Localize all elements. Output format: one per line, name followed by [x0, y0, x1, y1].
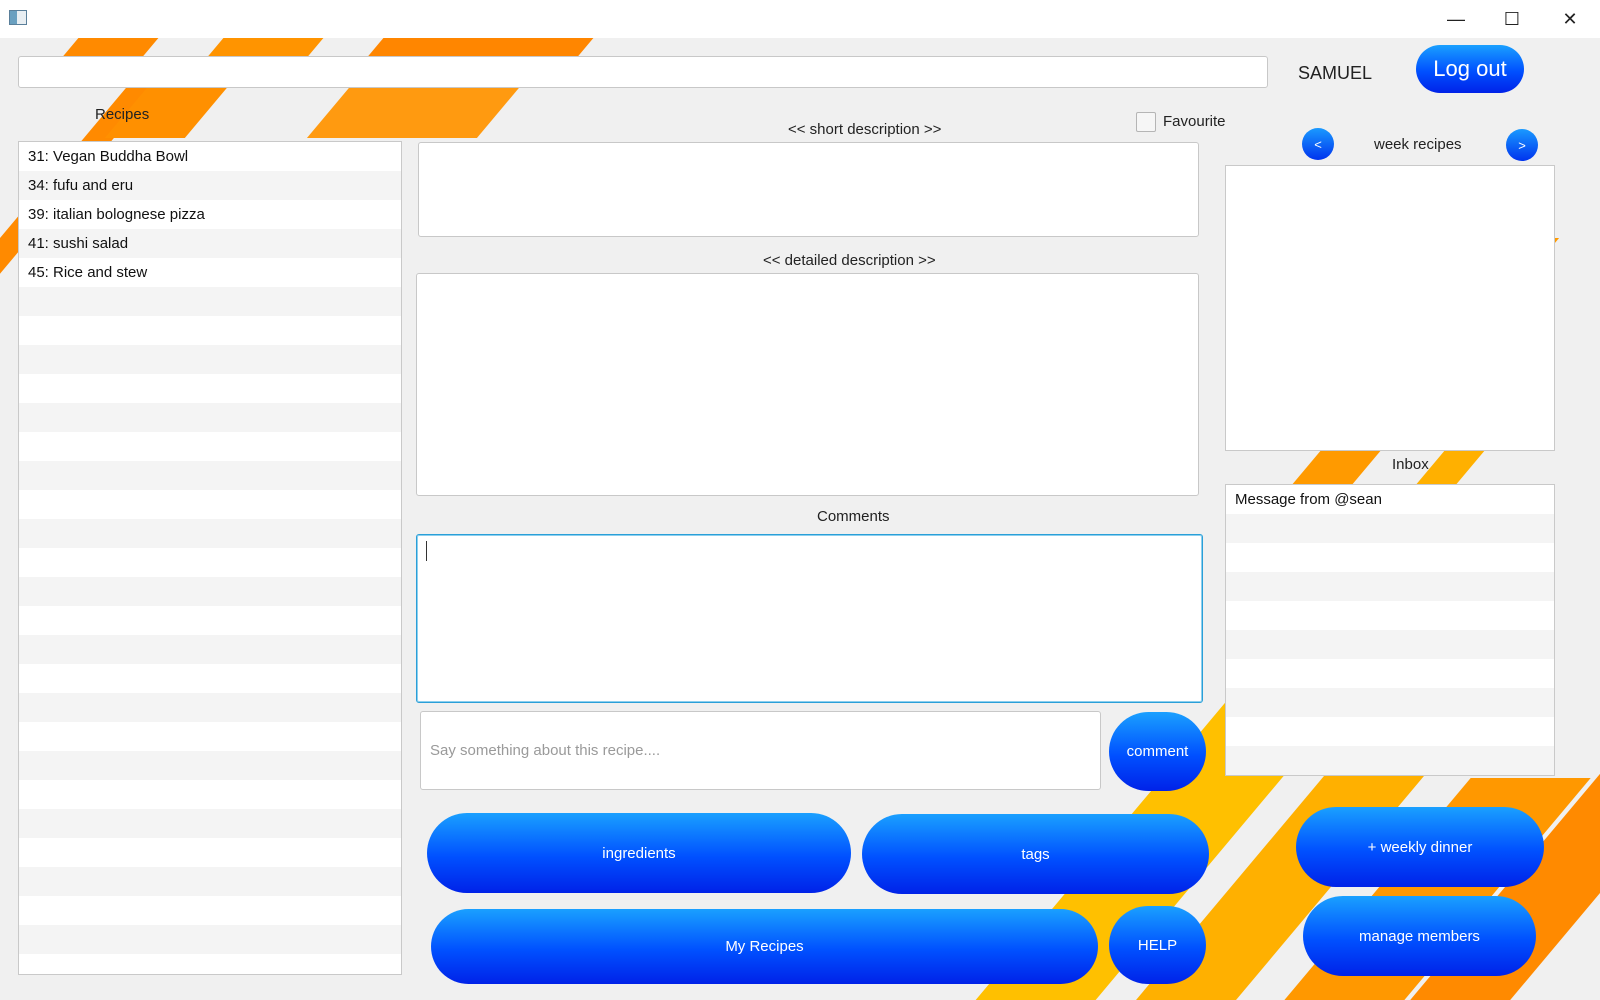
top-text-field[interactable]: [18, 56, 1268, 88]
list-item[interactable]: 41: sushi salad: [19, 229, 401, 258]
week-prev-button[interactable]: <: [1302, 128, 1334, 160]
empty-row: [19, 809, 401, 838]
empty-row: [19, 403, 401, 432]
recipes-label: Recipes: [95, 106, 150, 123]
empty-row: [19, 635, 401, 664]
empty-row: [19, 838, 401, 867]
empty-row: [19, 606, 401, 635]
empty-row: [1226, 746, 1554, 775]
list-item[interactable]: 39: italian bolognese pizza: [19, 200, 401, 229]
maximize-icon[interactable]: ☐: [1484, 0, 1540, 38]
short-description-label: << short description >>: [788, 121, 942, 138]
favourite-checkbox[interactable]: [1136, 112, 1156, 132]
empty-row: [19, 896, 401, 925]
empty-row: [19, 374, 401, 403]
comments-label: Comments: [817, 508, 890, 525]
list-item[interactable]: 45: Rice and stew: [19, 258, 401, 287]
empty-row: [1226, 514, 1554, 543]
tags-button[interactable]: tags: [862, 814, 1209, 894]
empty-row: [1226, 688, 1554, 717]
empty-row: [19, 664, 401, 693]
week-recipes-list[interactable]: [1225, 165, 1555, 451]
empty-row: [1226, 659, 1554, 688]
empty-row: [19, 722, 401, 751]
empty-row: [19, 490, 401, 519]
empty-row: [19, 577, 401, 606]
username-label: SAMUEL: [1298, 63, 1373, 83]
empty-row: [19, 519, 401, 548]
comments-area[interactable]: [416, 534, 1203, 703]
week-recipes-label: week recipes: [1374, 136, 1462, 153]
detailed-description-label: << detailed description >>: [763, 252, 936, 269]
close-icon[interactable]: ✕: [1542, 0, 1598, 38]
inbox-label: Inbox: [1392, 456, 1429, 473]
comment-input-placeholder: Say something about this recipe....: [430, 742, 661, 759]
manage-members-button[interactable]: manage members: [1303, 896, 1536, 976]
empty-row: [19, 867, 401, 896]
empty-row: [19, 316, 401, 345]
my-recipes-button[interactable]: My Recipes: [431, 909, 1098, 984]
week-next-button[interactable]: >: [1506, 129, 1538, 161]
empty-row: [19, 548, 401, 577]
empty-row: [19, 954, 401, 974]
inbox-list[interactable]: Message from @sean: [1225, 484, 1555, 776]
detailed-description-area[interactable]: [416, 273, 1199, 496]
empty-row: [19, 925, 401, 954]
list-item[interactable]: 31: Vegan Buddha Bowl: [19, 142, 401, 171]
comment-input[interactable]: Say something about this recipe....: [420, 711, 1101, 790]
text-caret: [426, 541, 427, 561]
ingredients-button[interactable]: ingredients: [427, 813, 851, 893]
app-icon: [9, 10, 27, 25]
favourite-label: Favourite: [1163, 113, 1226, 130]
short-description-area[interactable]: [418, 142, 1199, 237]
empty-row: [1226, 601, 1554, 630]
recipes-list[interactable]: 31: Vegan Buddha Bowl 34: fufu and eru 3…: [18, 141, 402, 975]
list-item[interactable]: 34: fufu and eru: [19, 171, 401, 200]
empty-row: [19, 432, 401, 461]
help-button[interactable]: HELP: [1109, 906, 1206, 984]
empty-row: [1226, 717, 1554, 746]
comment-button[interactable]: comment: [1109, 712, 1206, 791]
empty-row: [1226, 630, 1554, 659]
logout-button[interactable]: Log out: [1416, 45, 1524, 93]
window-titlebar: — ☐ ✕: [0, 0, 1600, 39]
empty-row: [1226, 543, 1554, 572]
empty-row: [19, 751, 401, 780]
weekly-dinner-button[interactable]: + weekly dinner: [1296, 807, 1544, 887]
empty-row: [19, 780, 401, 809]
empty-row: [1226, 572, 1554, 601]
empty-row: [19, 287, 401, 316]
list-item[interactable]: Message from @sean: [1226, 485, 1554, 514]
minimize-icon[interactable]: —: [1428, 0, 1484, 38]
empty-row: [19, 345, 401, 374]
empty-row: [19, 461, 401, 490]
empty-row: [19, 693, 401, 722]
